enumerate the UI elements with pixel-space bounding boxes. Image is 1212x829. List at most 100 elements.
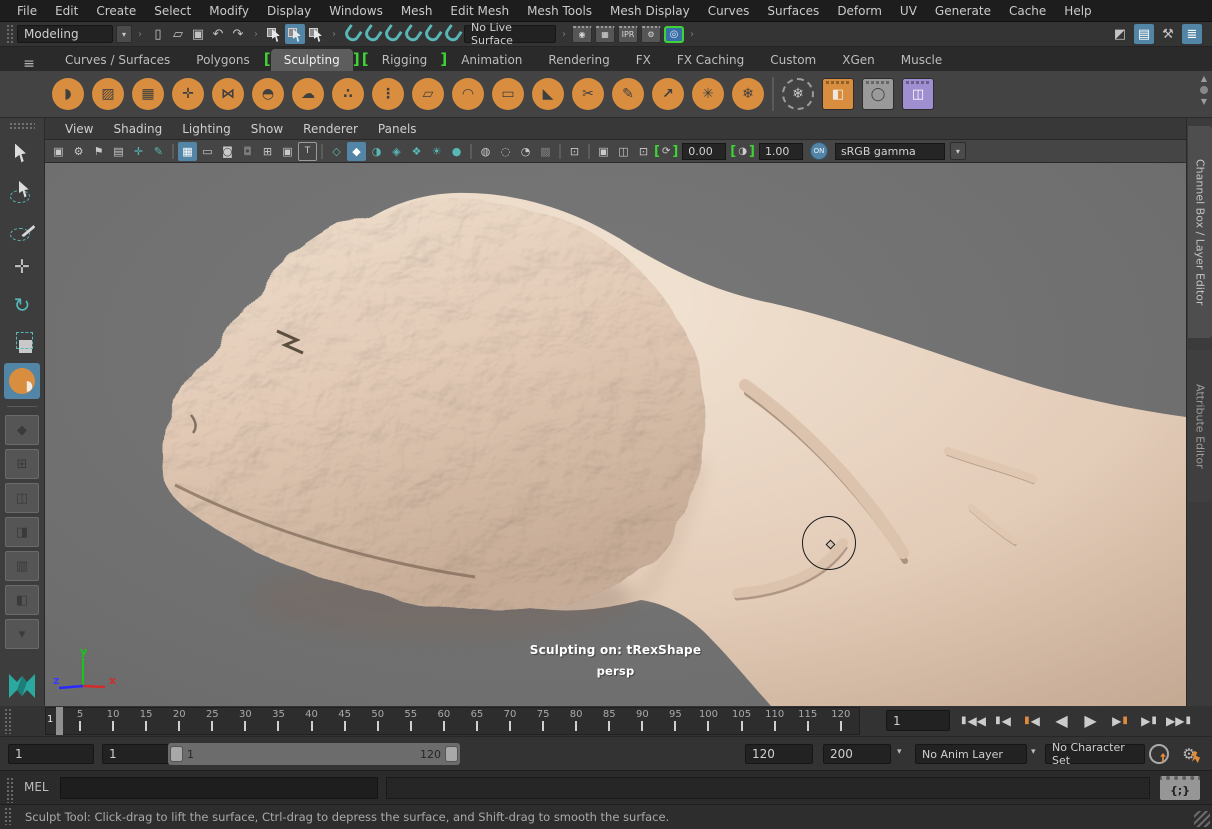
step-forward-key-button[interactable]: ▶▮ (1106, 709, 1133, 732)
bulge-tool-icon[interactable]: ↗ (652, 78, 684, 110)
safe-action-icon[interactable]: ▣ (278, 142, 297, 161)
time-slider[interactable]: 5101520253035404550556065707580859095100… (45, 707, 860, 735)
menu-item[interactable]: Generate (926, 2, 1000, 20)
amplify-tool-icon[interactable]: ✳ (692, 78, 724, 110)
lasso-tool[interactable] (4, 173, 40, 209)
playback-end-field[interactable]: 120 (745, 744, 813, 764)
window-resize-grip[interactable] (1194, 811, 1210, 827)
pose-editor-icon[interactable]: ◯ (862, 78, 894, 110)
shelf-tab[interactable]: Muscle (888, 49, 956, 71)
viewport-toolbar-icon[interactable] (559, 144, 561, 159)
view-transform-dropdown-arrow[interactable]: ▾ (950, 142, 966, 160)
bookmark-icon[interactable]: ⚑ (89, 142, 108, 161)
grab-tool-icon[interactable]: ✛ (172, 78, 204, 110)
live-surface-field[interactable]: No Live Surface (464, 25, 556, 43)
menu-item[interactable]: Cache (1000, 2, 1055, 20)
rotate-tool[interactable]: ↻ (4, 287, 40, 323)
panel-menu-item[interactable]: Shading (103, 120, 172, 138)
menu-set-dropdown-arrow[interactable]: ▾ (116, 25, 132, 43)
ipr-render-icon[interactable]: IPR (618, 26, 638, 43)
select-hierarchy-icon[interactable] (264, 24, 284, 44)
scrape-tool-icon[interactable]: ▭ (492, 78, 524, 110)
menu-item[interactable]: Windows (320, 2, 392, 20)
ssao-icon[interactable]: ◍ (476, 142, 495, 161)
menu-item[interactable]: Create (87, 2, 145, 20)
layer-editor-toggle-icon[interactable]: ≣ (1182, 24, 1202, 44)
auto-keyframe-icon[interactable] (1148, 743, 1170, 765)
shelf-tool-icon[interactable] (772, 77, 774, 111)
sequence-render-icon[interactable]: ◎ (664, 26, 684, 43)
paint-selection-tool[interactable] (4, 211, 40, 247)
panel-menu-item[interactable]: View (55, 120, 103, 138)
safe-title-icon[interactable]: T (298, 142, 317, 161)
open-scene-icon[interactable]: ▱ (168, 24, 188, 44)
layout-outliner-graph[interactable]: ◧ (5, 585, 39, 615)
color-management-toggle[interactable]: ON (810, 142, 828, 160)
shaded-wireframe-icon[interactable]: ◈ (387, 142, 406, 161)
modeling-toolkit-icon[interactable]: ◩ (1110, 24, 1130, 44)
foamy-tool-icon[interactable]: ☁ (292, 78, 324, 110)
default-material-icon[interactable]: ◑ (367, 142, 386, 161)
script-editor-button[interactable]: {;} (1160, 776, 1200, 800)
wireframe-icon[interactable]: ◇ (327, 142, 346, 161)
gamma-field[interactable]: 1.00 (759, 143, 803, 160)
wax-tool-icon[interactable]: ◠ (452, 78, 484, 110)
field-chart-icon[interactable]: ⊞ (258, 142, 277, 161)
animation-preferences-icon[interactable]: ⚙ (1178, 743, 1200, 765)
view-transform-field[interactable]: sRGB gamma (835, 143, 945, 160)
fill-tool-icon[interactable]: ◣ (532, 78, 564, 110)
anim-layer-dropdown[interactable]: No Anim Layer (915, 744, 1027, 764)
menu-set-selector[interactable]: Modeling (17, 25, 113, 43)
render-settings-icon[interactable]: ⚙ (641, 26, 661, 43)
current-frame-field[interactable]: 1 (886, 710, 950, 731)
toolbox-grip[interactable] (9, 122, 35, 130)
timeslider-grip[interactable] (4, 708, 11, 734)
knife-tool-icon[interactable]: ✂ (572, 78, 604, 110)
panel-menu-item[interactable]: Panels (368, 120, 427, 138)
layout-outliner-persp[interactable]: ◫ (5, 483, 39, 513)
snap-projected-center-icon[interactable] (402, 24, 422, 44)
flatten-tool-icon[interactable]: ◓ (252, 78, 284, 110)
layout-dropdown[interactable]: ▾ (5, 619, 39, 649)
layout-four-pane[interactable]: ⊞ (5, 449, 39, 479)
shelf-tab[interactable]: Rigging (369, 49, 440, 71)
snap-point-icon[interactable] (382, 24, 402, 44)
menu-item[interactable]: UV (891, 2, 926, 20)
shelf-tab[interactable]: Polygons (183, 49, 262, 71)
helpline-grip[interactable] (4, 807, 11, 825)
panel-menu-item[interactable]: Show (241, 120, 293, 138)
dof-icon[interactable]: ▩ (536, 142, 555, 161)
viewport-toolbar-icon[interactable] (321, 144, 323, 159)
render-view-icon[interactable]: ◉ (572, 26, 592, 43)
shelf-tab[interactable]: Sculpting (271, 49, 353, 71)
shelf-tab[interactable]: XGen (829, 49, 888, 71)
viewport-toolbar-icon[interactable] (588, 144, 590, 159)
imprint-tool-icon[interactable]: ▱ (412, 78, 444, 110)
2d-pan-zoom-icon[interactable]: ✛ (129, 142, 148, 161)
move-tool[interactable]: ✛ (4, 249, 40, 285)
menu-item[interactable]: Deform (828, 2, 891, 20)
make-live-icon[interactable] (422, 24, 442, 44)
motion-blur-icon[interactable]: ◌ (496, 142, 515, 161)
range-start-handle[interactable] (170, 746, 183, 762)
xray-joints-icon[interactable]: ◫ (614, 142, 633, 161)
exposure-icon[interactable]: ⟳ (662, 146, 670, 157)
snap-grid-icon[interactable] (342, 24, 362, 44)
step-back-key-button[interactable]: ▮◀ (1019, 709, 1046, 732)
menu-item[interactable]: File (8, 2, 46, 20)
menu-item[interactable]: Mesh (392, 2, 442, 20)
step-forward-frame-button[interactable]: ▶▮ (1135, 709, 1162, 732)
command-input[interactable] (60, 777, 378, 799)
menu-item[interactable]: Mesh Tools (518, 2, 601, 20)
menu-item[interactable]: Surfaces (758, 2, 828, 20)
save-scene-icon[interactable]: ▣ (188, 24, 208, 44)
xray-icon[interactable]: ▣ (594, 142, 613, 161)
viewport-3d[interactable]: Sculpting on: tRexShape persp y z x (45, 163, 1186, 706)
shelf-tab[interactable]: Curves / Surfaces (52, 49, 183, 71)
panel-menu-item[interactable]: Renderer (293, 120, 368, 138)
shelf-scroll-up-icon[interactable]: ▲ (1201, 74, 1207, 83)
command-language-toggle[interactable]: MEL (24, 780, 49, 794)
menu-item[interactable]: Display (258, 2, 320, 20)
range-slider[interactable]: 1 120 (168, 743, 460, 765)
spray-tool-icon[interactable]: ∴ (332, 78, 364, 110)
